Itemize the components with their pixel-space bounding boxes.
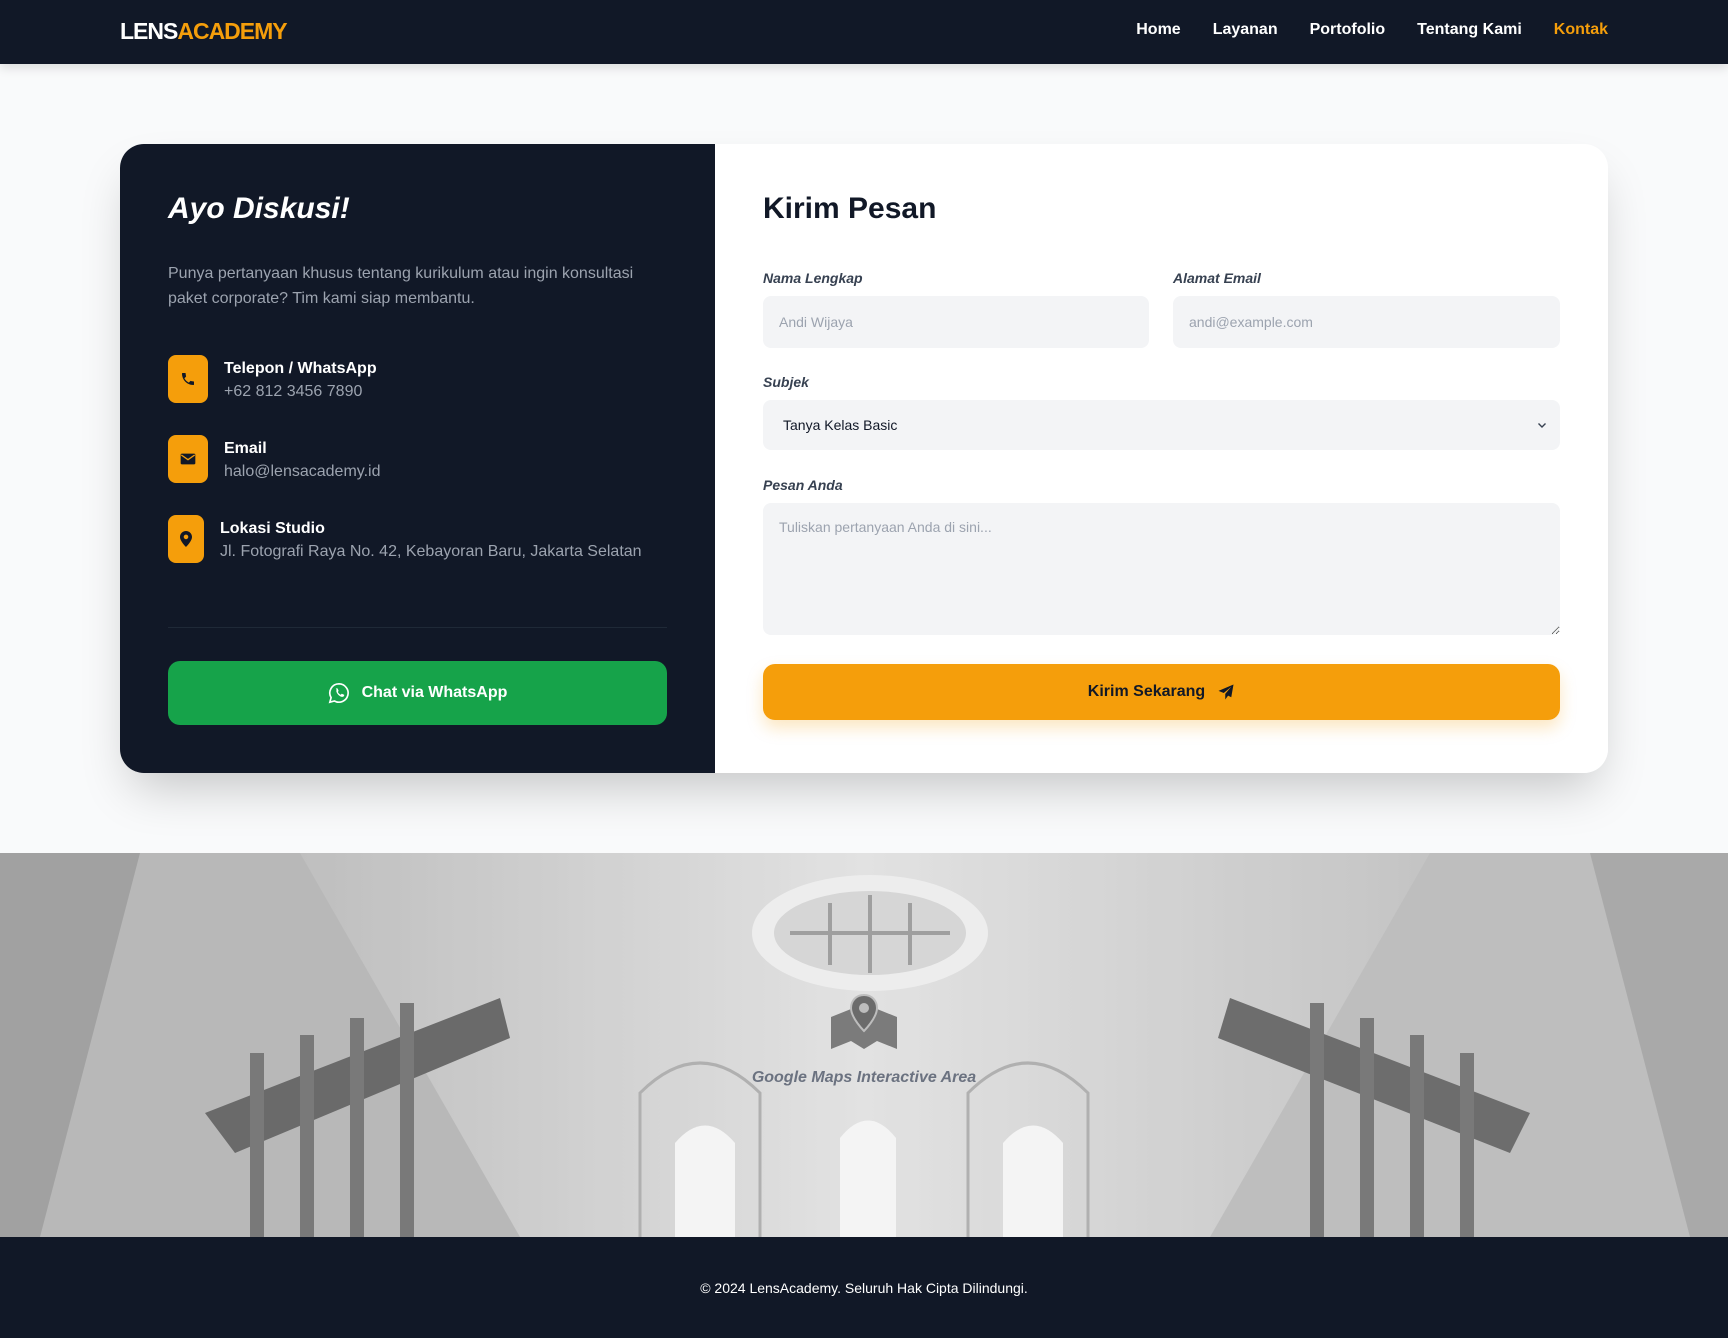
phone-icon [168,355,208,403]
contact-card: Ayo Diskusi! Punya pertanyaan khusus ten… [120,144,1608,773]
message-label: Pesan Anda [763,477,843,493]
subject-select-value: Tanya Kelas Basic [783,417,898,433]
envelope-icon [168,435,208,483]
submit-button[interactable]: Kirim Sekarang [763,664,1560,720]
nav-menu: Home Layanan Portofolio Tentang Kami Kon… [1136,21,1608,39]
contact-item-value: halo@lensacademy.id [224,463,381,480]
subject-select[interactable]: Tanya Kelas Basic [763,400,1560,450]
map-section[interactable]: Google Maps Interactive Area [0,853,1728,1237]
submit-button-label: Kirim Sekarang [1087,683,1206,700]
contact-item-label: Lokasi Studio [220,520,325,537]
logo[interactable]: LENSACADEMY [120,18,288,45]
paper-plane-icon [1218,684,1234,700]
footer-copyright: © 2024 LensAcademy. Seluruh Hak Cipta Di… [700,1279,1028,1296]
contact-item-email: Email halo@lensacademy.id [168,435,380,484]
contact-item-value: Jl. Fotografi Raya No. 42, Kebayoran Bar… [220,543,642,560]
navbar: LENSACADEMY Home Layanan Portofolio Tent… [0,0,1728,64]
contact-item-location-text: Lokasi Studio Jl. Fotografi Raya No. 42,… [220,515,642,564]
map-icon [831,993,897,1049]
divider [168,627,667,628]
nav-link-home[interactable]: Home [1136,21,1180,39]
message-textarea[interactable] [763,503,1560,635]
email-label: Alamat Email [1173,270,1261,286]
whatsapp-icon [328,683,349,704]
message-form-panel: Kirim Pesan Nama Lengkap Alamat Email Su… [715,144,1608,773]
name-input[interactable] [763,296,1149,348]
chevron-down-icon [1538,423,1546,428]
logo-text-primary: LENS [120,18,178,44]
name-label: Nama Lengkap [763,270,863,286]
nav-link-portofolio[interactable]: Portofolio [1310,21,1386,39]
footer: © 2024 LensAcademy. Seluruh Hak Cipta Di… [0,1237,1728,1338]
nav-link-layanan[interactable]: Layanan [1213,21,1278,39]
contact-info-description: Punya pertanyaan khusus tentang kurikulu… [168,265,634,307]
map-placeholder: Google Maps Interactive Area [0,993,1728,1087]
nav-link-tentang-kami[interactable]: Tentang Kami [1417,21,1522,39]
subject-label: Subjek [763,374,809,390]
map-label: Google Maps Interactive Area [751,1069,977,1086]
form-title: Kirim Pesan [763,192,937,225]
contact-item-email-text: Email halo@lensacademy.id [224,435,380,484]
email-input[interactable] [1173,296,1560,348]
whatsapp-chat-button-label: Chat via WhatsApp [361,684,508,701]
contact-info-panel: Ayo Diskusi! Punya pertanyaan khusus ten… [120,144,715,773]
contact-item-phone: Telepon / WhatsApp +62 812 3456 7890 [168,355,377,404]
contact-item-location: Lokasi Studio Jl. Fotografi Raya No. 42,… [168,515,642,564]
contact-item-label: Email [224,440,267,457]
map-pin-icon [168,515,204,563]
nav-link-kontak[interactable]: Kontak [1554,21,1608,39]
contact-item-value: +62 812 3456 7890 [224,383,363,400]
contact-item-label: Telepon / WhatsApp [224,360,377,377]
contact-item-phone-text: Telepon / WhatsApp +62 812 3456 7890 [224,355,377,404]
whatsapp-chat-button[interactable]: Chat via WhatsApp [168,661,667,725]
logo-text-accent: ACADEMY [177,18,287,44]
contact-info-title: Ayo Diskusi! [168,192,350,225]
